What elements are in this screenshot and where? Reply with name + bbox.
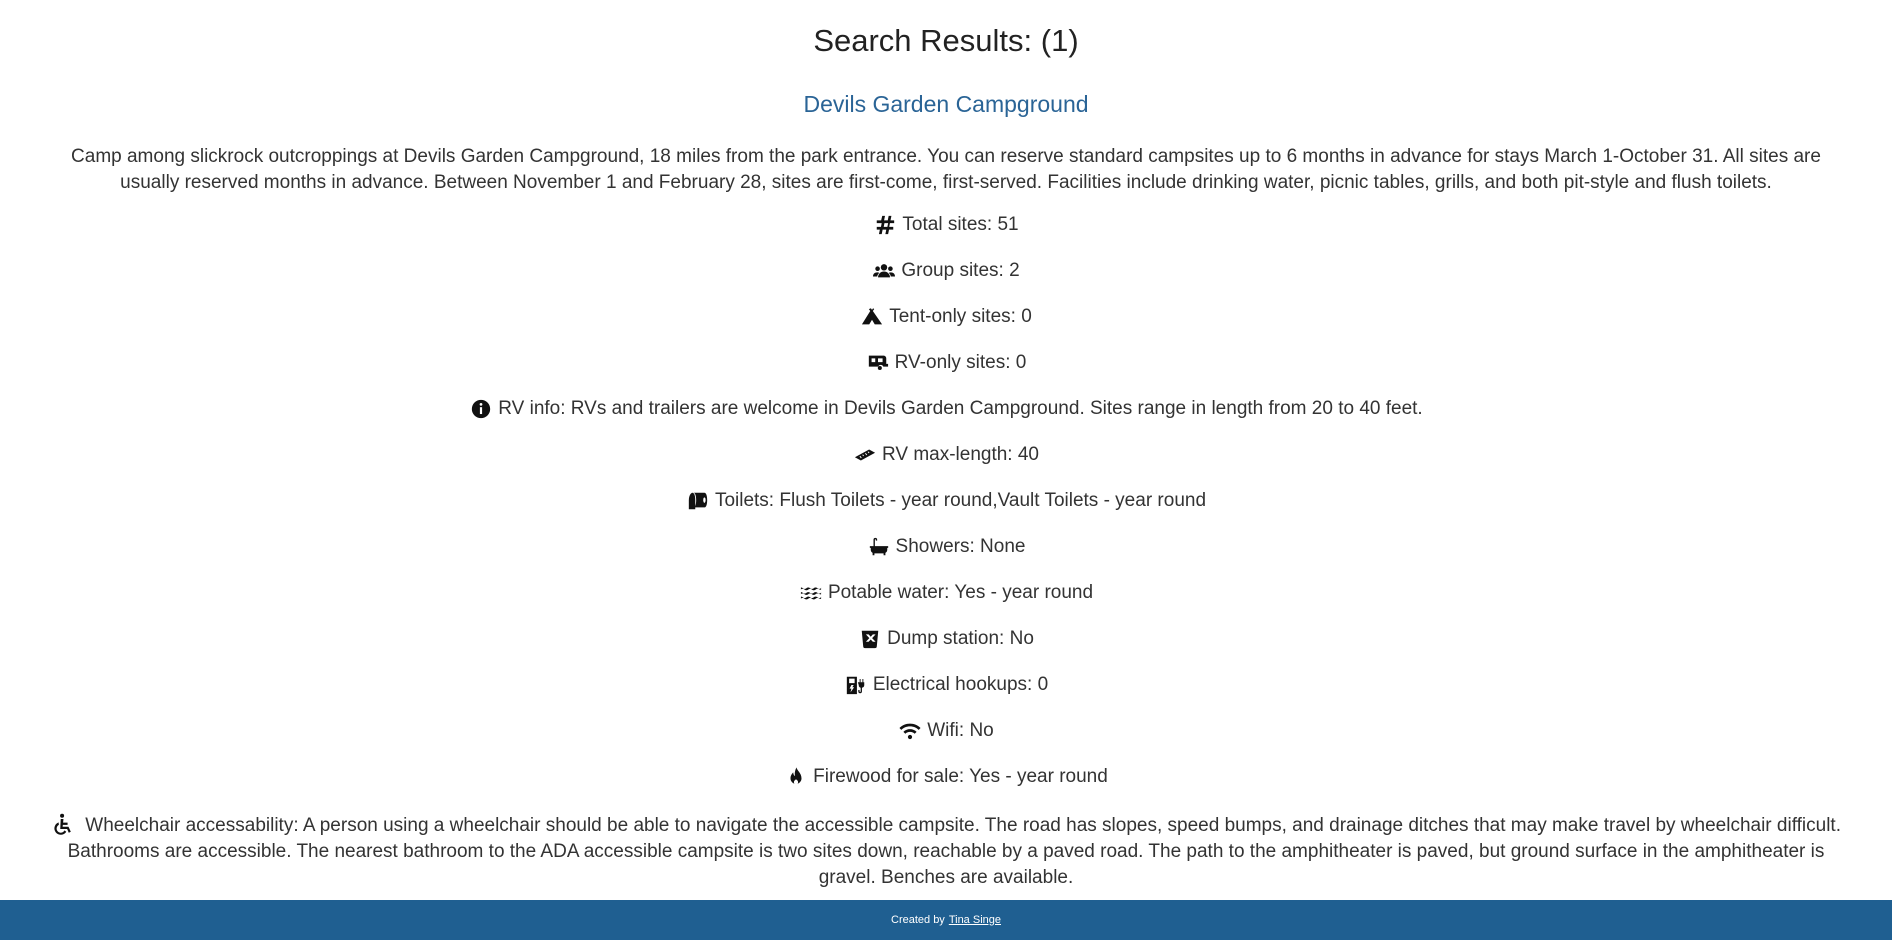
author-link[interactable]: Tina Singe <box>949 914 1001 926</box>
fire-icon <box>784 765 808 789</box>
detail-text: Wheelchair accessability: A person using… <box>67 815 1841 888</box>
detail-showers: Showers: None <box>0 524 1892 570</box>
detail-text: Potable water: Yes - year round <box>827 582 1094 603</box>
detail-total-sites: Total sites: 51 <box>0 202 1892 248</box>
detail-text: Group sites: 2 <box>901 260 1020 281</box>
group-icon <box>872 259 896 283</box>
detail-group-sites: Group sites: 2 <box>0 248 1892 294</box>
detail-toilets: Toilets: Flush Toilets - year round,Vaul… <box>0 478 1892 524</box>
ruler-icon <box>853 443 877 467</box>
water-icon <box>799 581 823 605</box>
detail-rv-info: RV info: RVs and trailers are welcome in… <box>0 386 1892 432</box>
toilet-paper-icon <box>686 489 710 513</box>
results-container: Search Results: (1) Devils Garden Campgr… <box>0 0 1892 900</box>
detail-text: Tent-only sites: 0 <box>889 306 1032 327</box>
detail-text: RV info: RVs and trailers are welcome in… <box>498 398 1423 419</box>
detail-rv-max-length: RV max-length: 40 <box>0 432 1892 478</box>
campground-title: Devils Garden Campground <box>0 84 1892 124</box>
campground-link[interactable]: Devils Garden Campground <box>803 91 1088 117</box>
detail-tent-sites: Tent-only sites: 0 <box>0 294 1892 340</box>
tent-icon <box>860 305 884 329</box>
detail-rv-sites: RV-only sites: 0 <box>0 340 1892 386</box>
detail-text: RV-only sites: 0 <box>894 352 1027 373</box>
detail-text: Wifi: No <box>927 720 994 741</box>
detail-text: Electrical hookups: 0 <box>872 674 1049 695</box>
dump-station-icon <box>858 627 882 651</box>
detail-electrical-hookups: Electrical hookups: 0 <box>0 662 1892 708</box>
detail-text: Toilets: Flush Toilets - year round,Vaul… <box>714 490 1207 511</box>
hashtag-icon <box>873 213 897 237</box>
detail-firewood: Firewood for sale: Yes - year round <box>0 754 1892 800</box>
detail-text: Firewood for sale: Yes - year round <box>813 766 1108 787</box>
wheelchair-icon <box>51 812 75 836</box>
page-title: Search Results: (1) <box>813 23 1079 58</box>
detail-text: Total sites: 51 <box>902 214 1019 235</box>
rv-icon <box>866 351 890 375</box>
wifi-icon <box>898 719 922 743</box>
campground-description: Camp among slickrock outcroppings at Dev… <box>71 146 1821 193</box>
footer-credit-prefix: Created by <box>891 914 945 926</box>
info-icon <box>469 397 493 421</box>
detail-wheelchair-accessibility: Wheelchair accessability: A person using… <box>46 812 1846 891</box>
detail-wifi: Wifi: No <box>0 708 1892 754</box>
detail-text: RV max-length: 40 <box>881 444 1039 465</box>
footer: Created by Tina Singe <box>0 900 1892 940</box>
detail-text: Dump station: No <box>887 628 1034 649</box>
detail-text: Showers: None <box>895 536 1026 557</box>
bath-icon <box>867 535 891 559</box>
charging-station-icon <box>844 673 868 697</box>
detail-dump-station: Dump station: No <box>0 616 1892 662</box>
detail-potable-water: Potable water: Yes - year round <box>0 570 1892 616</box>
